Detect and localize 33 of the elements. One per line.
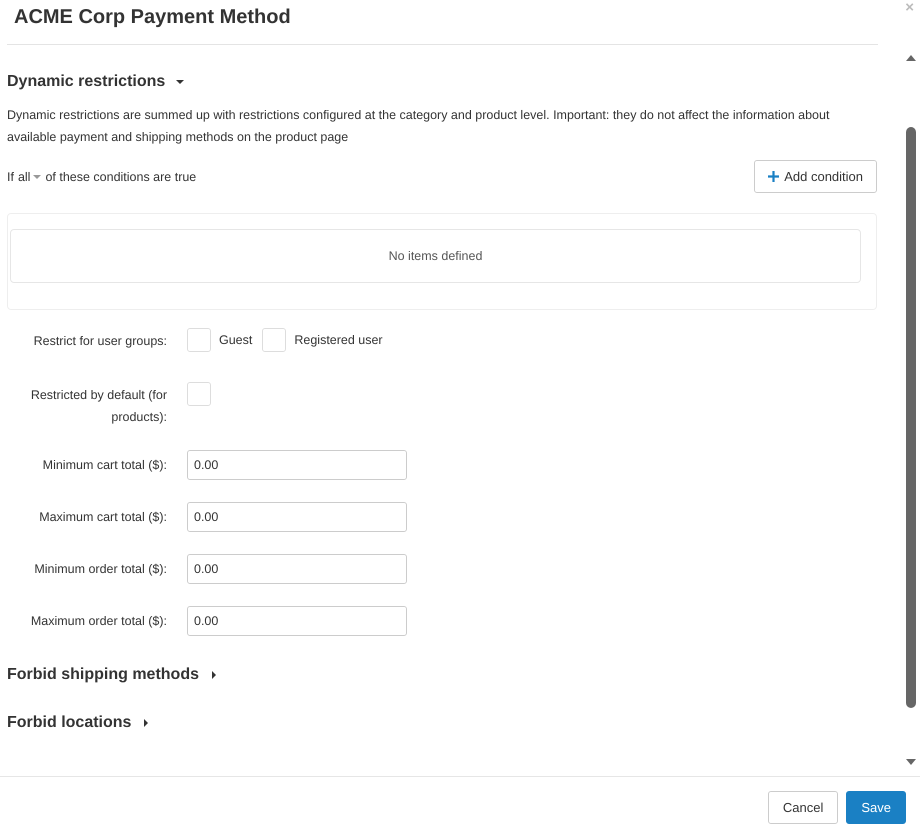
field-label: Minimum cart total ($):	[42, 457, 168, 474]
field-label: Restrict for user groups:	[32, 333, 168, 350]
input-field[interactable]: 0.00	[187, 554, 407, 584]
section-title[interactable]: Forbid locations	[7, 714, 132, 732]
input-field[interactable]: 0.00	[187, 606, 407, 636]
add-condition-button[interactable]: Add condition	[754, 160, 877, 193]
checkbox-label: Guest	[219, 333, 252, 347]
caret-icon	[33, 174, 42, 180]
field-label: Restricted by default (for products):	[30, 387, 168, 426]
condition-suffix: of these conditions are true	[45, 170, 196, 184]
description-text: Dynamic restrictions are summed up with restrictions configured at the category and product level. Important: they do not affect the information about available payment and shipping methods on the product page	[7, 107, 830, 146]
field-label: Minimum order total ($):	[33, 561, 168, 578]
cancel-button[interactable]: Cancel	[768, 791, 838, 824]
section-title[interactable]: Dynamic restrictions	[7, 73, 166, 91]
checkbox[interactable]	[262, 328, 286, 352]
checkbox[interactable]	[187, 382, 211, 406]
checkbox-label: Registered user	[294, 333, 383, 347]
plus-icon	[768, 171, 780, 182]
save-button[interactable]: Save	[846, 791, 906, 824]
scroll-up-icon[interactable]	[906, 54, 916, 62]
input-field[interactable]: 0.00	[187, 450, 407, 480]
section-title[interactable]: Forbid shipping methods	[7, 666, 199, 684]
empty-text: No items defined	[388, 249, 482, 263]
input-field[interactable]: 0.00	[187, 502, 407, 532]
caret-icon[interactable]	[175, 77, 186, 87]
checkbox[interactable]	[187, 328, 211, 352]
scroll-down-icon[interactable]	[906, 758, 916, 766]
field-label: Maximum cart total ($):	[38, 509, 168, 526]
condition-prefix: If	[7, 170, 14, 184]
dialog-title: ACME Corp Payment Method	[14, 6, 291, 29]
condition-mode-dropdown[interactable]: all	[18, 170, 42, 184]
scrollbar-thumb[interactable]	[906, 127, 916, 708]
field-label: Maximum order total ($):	[30, 613, 168, 630]
